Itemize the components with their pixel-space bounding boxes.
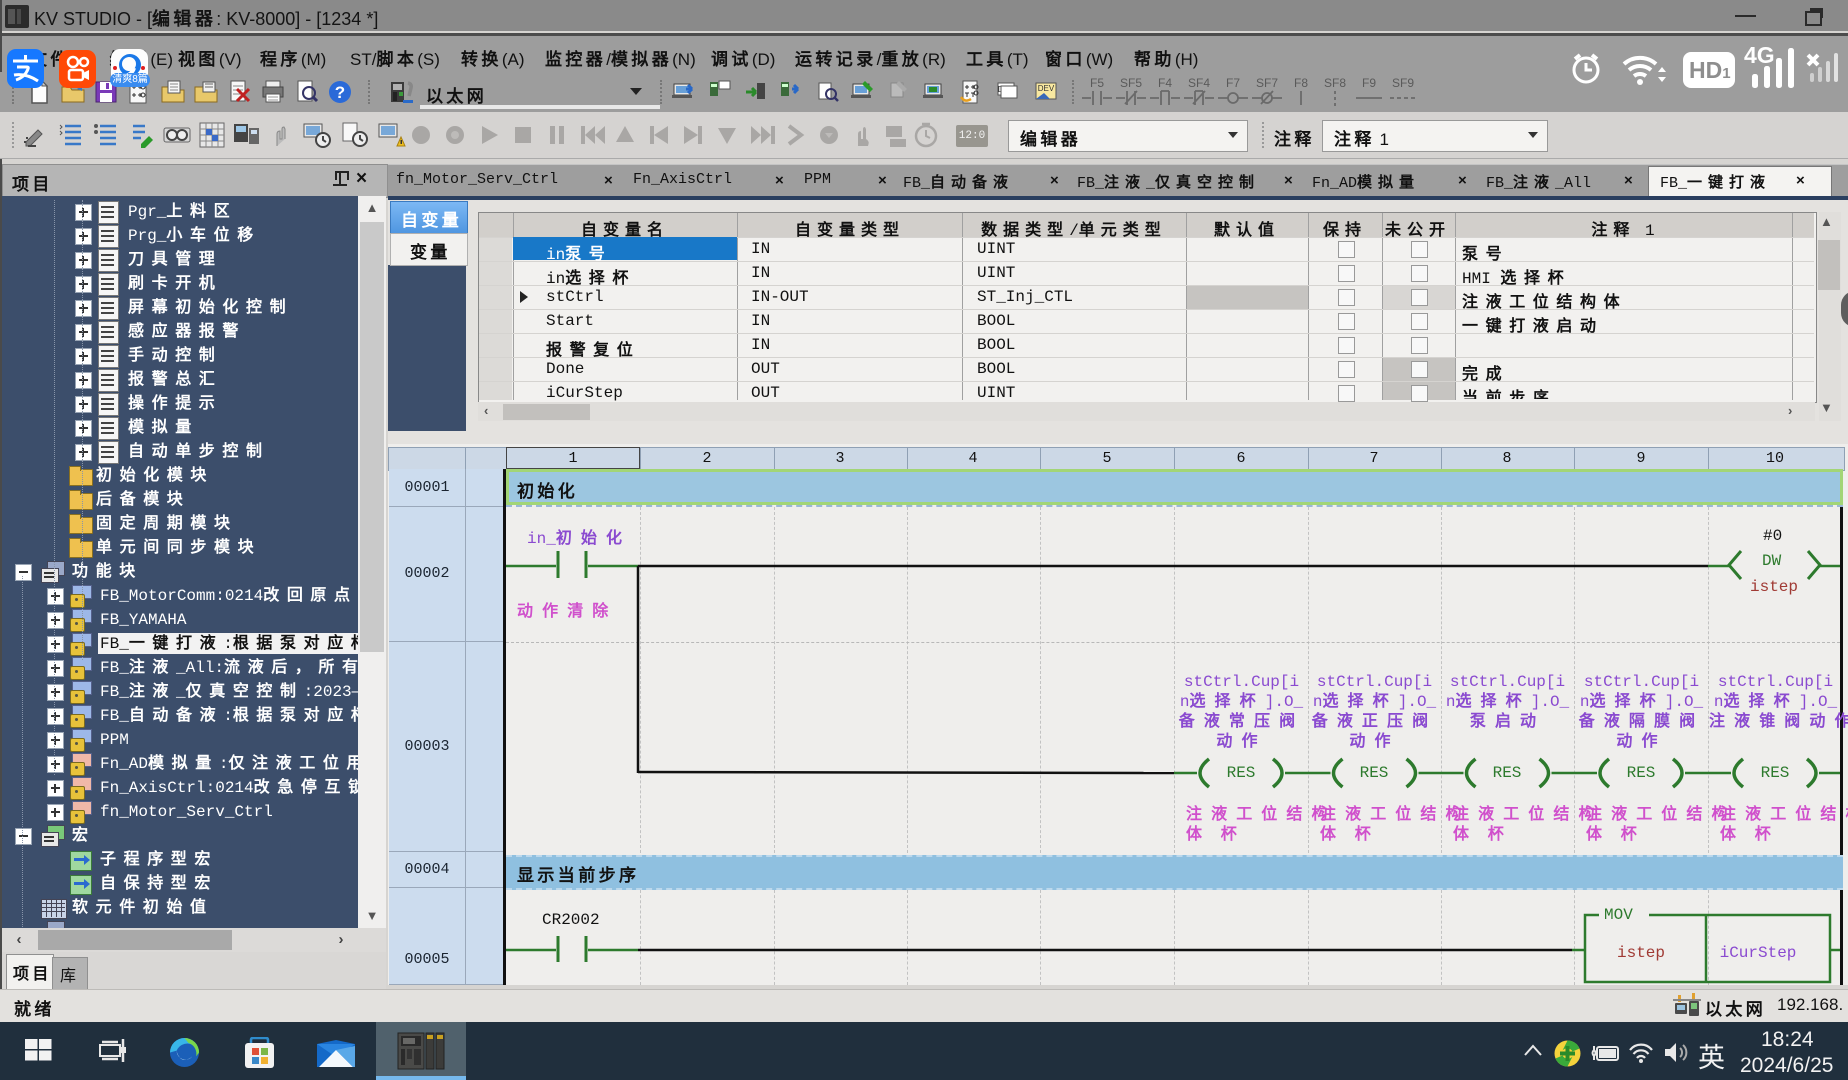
svg-text:?: ? (335, 83, 345, 102)
svg-text:DEV: DEV (1038, 84, 1055, 93)
